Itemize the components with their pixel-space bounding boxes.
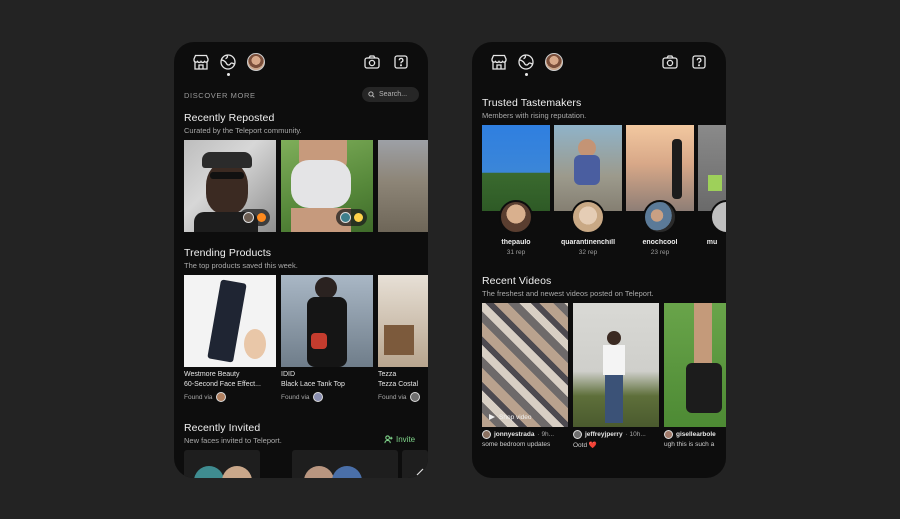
- discover-more-label: DISCOVER MORE: [184, 91, 256, 100]
- product-tile[interactable]: [378, 275, 428, 367]
- repost-tile[interactable]: [281, 140, 373, 232]
- section-subtitle-recent-videos: The freshest and newest videos posted on…: [482, 289, 654, 298]
- found-via-label: Found via: [281, 393, 310, 401]
- fire-icon: [257, 213, 266, 222]
- video-username[interactable]: jonnyestrada: [494, 431, 534, 438]
- finder-avatar[interactable]: [312, 392, 323, 402]
- store-icon[interactable]: [192, 53, 210, 71]
- store-icon[interactable]: [490, 53, 508, 71]
- video-user-avatar[interactable]: [573, 430, 582, 439]
- product-brand: Tezza: [378, 371, 397, 378]
- product-brand: Westmore Beauty: [184, 371, 240, 378]
- product-name: Black Lace Tank Top: [281, 381, 345, 388]
- tastemaker-rep: 23 rep: [650, 249, 670, 256]
- top-nav: [174, 42, 428, 82]
- video-meta: jeffreyjperry · 10h...: [573, 430, 646, 439]
- shop-video-pill[interactable]: Shop video: [488, 413, 532, 421]
- emoji-icon: [354, 213, 363, 222]
- video-tile[interactable]: Shop video: [482, 303, 568, 427]
- section-title-recent-videos: Recent Videos: [482, 275, 552, 287]
- tastemaker-card[interactable]: [554, 125, 622, 211]
- repost-tile[interactable]: [378, 140, 428, 232]
- globe-icon[interactable]: [517, 53, 535, 71]
- tastemaker-rep: 32 rep: [578, 249, 598, 256]
- repost-badge: [336, 209, 367, 226]
- search-placeholder: Search...: [379, 91, 408, 98]
- video-user-avatar[interactable]: [664, 430, 673, 439]
- tastemaker-name: quarantinenchill: [560, 239, 616, 246]
- tastemaker-avatar[interactable]: [571, 200, 605, 234]
- tastemaker-avatar[interactable]: [499, 200, 533, 234]
- repost-badge: [239, 209, 270, 226]
- tastemaker-card[interactable]: [482, 125, 550, 211]
- section-title-trusted-tastemakers: Trusted Tastemakers: [482, 97, 582, 109]
- search-input[interactable]: Search...: [362, 87, 419, 102]
- found-via-label: Found via: [378, 393, 407, 401]
- tastemaker-card[interactable]: [626, 125, 694, 211]
- invited-card[interactable]: [402, 450, 428, 478]
- video-username[interactable]: gisellearbole: [676, 431, 716, 438]
- section-subtitle-recently-reposted: Curated by the Teleport community.: [184, 126, 302, 135]
- video-user-avatar[interactable]: [482, 430, 491, 439]
- found-via: Found via: [281, 392, 323, 402]
- top-nav: [472, 42, 726, 82]
- section-title-recently-invited: Recently Invited: [184, 422, 261, 434]
- invite-label: Invite: [396, 435, 416, 444]
- tastemaker-name: thepaulo: [501, 239, 531, 246]
- found-via: Found via: [184, 392, 226, 402]
- section-title-recently-reposted: Recently Reposted: [184, 112, 275, 124]
- search-icon: [368, 91, 375, 98]
- play-icon: [489, 414, 495, 420]
- invite-button[interactable]: Invite: [384, 435, 415, 444]
- product-tile[interactable]: [281, 275, 373, 367]
- profile-avatar[interactable]: [545, 53, 563, 71]
- section-subtitle-trending-products: The top products saved this week.: [184, 261, 298, 270]
- video-time: · 9h...: [537, 431, 555, 438]
- product-name: 60-Second Face Effect...: [184, 381, 261, 388]
- tastemaker-name: enochcool: [642, 239, 678, 246]
- invited-card[interactable]: [184, 450, 260, 478]
- chevron-right-icon: [416, 468, 424, 476]
- product-tile[interactable]: [184, 275, 276, 367]
- finder-avatar[interactable]: [215, 392, 226, 402]
- tastemaker-name: mu: [706, 239, 718, 246]
- product-name: Tezza Costal: [378, 381, 419, 388]
- reposter-avatar: [243, 212, 254, 223]
- reposter-avatar: [340, 212, 351, 223]
- repost-tile[interactable]: [184, 140, 276, 232]
- active-tab-indicator: [227, 73, 230, 76]
- video-meta: jonnyestrada · 9h...: [482, 430, 554, 439]
- globe-icon[interactable]: [219, 53, 237, 71]
- found-via-label: Found via: [184, 393, 213, 401]
- video-meta: gisellearbole: [664, 430, 716, 439]
- help-icon[interactable]: [690, 53, 708, 71]
- invited-card[interactable]: [292, 450, 398, 478]
- tastemaker-avatar[interactable]: [643, 200, 677, 234]
- finder-avatar[interactable]: [409, 392, 420, 402]
- video-caption: some bedroom updates: [482, 441, 551, 448]
- section-subtitle-recently-invited: New faces invited to Teleport.: [184, 436, 282, 445]
- section-title-trending-products: Trending Products: [184, 247, 272, 259]
- discover-screen: DISCOVER MORE Search... Recently Reposte…: [174, 42, 428, 478]
- discover-screen-scrolled: Trusted Tastemakers Members with rising …: [472, 42, 726, 478]
- camera-icon[interactable]: [661, 53, 679, 71]
- video-tile[interactable]: [573, 303, 659, 427]
- shop-video-label: Shop video: [499, 413, 532, 421]
- camera-icon[interactable]: [363, 53, 381, 71]
- tastemaker-card[interactable]: [698, 125, 726, 211]
- video-time: · 10h...: [625, 431, 646, 438]
- video-username[interactable]: jeffreyjperry: [585, 431, 623, 438]
- invite-user-icon: [384, 435, 393, 444]
- product-brand: IDID: [281, 371, 295, 378]
- video-caption: ugh this is such a: [664, 441, 715, 448]
- active-tab-indicator: [525, 73, 528, 76]
- video-tile[interactable]: [664, 303, 726, 427]
- video-caption: Ootd ❤️: [573, 442, 597, 449]
- tastemaker-rep: 31 rep: [506, 249, 526, 256]
- found-via: Found via: [378, 392, 420, 402]
- section-subtitle-trusted-tastemakers: Members with rising reputation.: [482, 111, 587, 120]
- profile-avatar[interactable]: [247, 53, 265, 71]
- help-icon[interactable]: [392, 53, 410, 71]
